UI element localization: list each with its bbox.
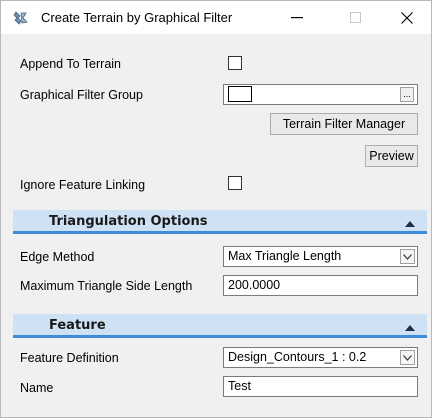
caret-up-icon[interactable]: [405, 217, 415, 227]
chevron-down-icon[interactable]: [400, 249, 415, 264]
browse-filter-group-button[interactable]: ...: [400, 87, 414, 102]
filter-group-swatch: [228, 86, 252, 102]
feature-definition-label: Feature Definition: [20, 351, 119, 365]
max-side-length-input[interactable]: 200.0000: [223, 275, 418, 296]
triangulation-options-header[interactable]: Triangulation Options: [13, 210, 427, 234]
maximize-button[interactable]: [332, 1, 378, 34]
name-input[interactable]: Test: [223, 376, 418, 397]
max-side-length-label: Maximum Triangle Side Length: [20, 279, 193, 293]
feature-header[interactable]: Feature: [13, 314, 427, 338]
terrain-filter-manager-button[interactable]: Terrain Filter Manager: [270, 113, 418, 135]
window-title: Create Terrain by Graphical Filter: [41, 10, 233, 25]
feature-section-title: Feature: [49, 318, 106, 333]
ignore-feature-linking-label: Ignore Feature Linking: [20, 178, 146, 192]
chevron-down-icon[interactable]: [400, 350, 415, 365]
terrain-filter-icon: [13, 10, 29, 26]
caret-up-icon[interactable]: [405, 321, 415, 331]
dialog-window: Create Terrain by Graphical Filter Appen…: [0, 0, 432, 418]
edge-method-label: Edge Method: [20, 250, 95, 264]
feature-definition-value: Design_Contours_1 : 0.2: [228, 350, 367, 364]
append-to-terrain-label: Append To Terrain: [20, 57, 122, 71]
title-bar[interactable]: Create Terrain by Graphical Filter: [1, 1, 431, 34]
edge-method-value: Max Triangle Length: [228, 249, 342, 263]
preview-button[interactable]: Preview: [365, 145, 418, 167]
ignore-feature-linking-checkbox[interactable]: [228, 176, 242, 190]
triangulation-options-title: Triangulation Options: [49, 214, 208, 229]
close-button[interactable]: [384, 1, 430, 34]
name-label: Name: [20, 381, 54, 395]
feature-definition-select[interactable]: Design_Contours_1 : 0.2: [223, 347, 418, 368]
graphical-filter-group-label: Graphical Filter Group: [20, 88, 143, 102]
minimize-button[interactable]: [274, 1, 320, 34]
graphical-filter-group-field[interactable]: ...: [223, 84, 418, 105]
append-to-terrain-checkbox[interactable]: [228, 56, 242, 70]
edge-method-select[interactable]: Max Triangle Length: [223, 246, 418, 267]
